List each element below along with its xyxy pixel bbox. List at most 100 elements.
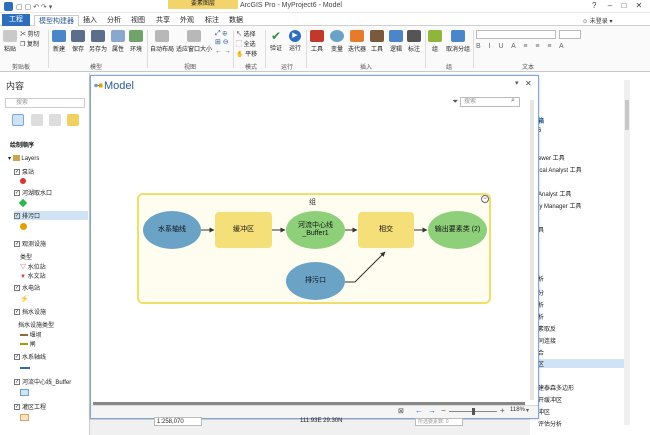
layer-item[interactable]: ✓ 泵站 xyxy=(14,167,34,176)
right-pane-item[interactable]: ly Manager 工具 xyxy=(538,201,581,210)
node-output-buffer[interactable]: 河流中心线_Buffer1 xyxy=(286,211,345,249)
group-button[interactable]: 组 xyxy=(428,30,442,53)
visibility-checkbox[interactable]: ✓ xyxy=(14,309,20,316)
tab-share[interactable]: 共享 xyxy=(152,15,174,26)
zoom-dropdown-icon[interactable]: ▾ xyxy=(526,407,529,414)
layer-item[interactable]: ✓ 水系轴线 xyxy=(14,352,46,361)
layer-item[interactable]: ✓ 观测设施 xyxy=(14,239,46,248)
collapse-group-icon[interactable]: − xyxy=(481,195,489,203)
zoom-slider-thumb[interactable] xyxy=(472,408,475,415)
copy-button[interactable]: ❐ 复制 xyxy=(20,39,46,48)
text-format-tools[interactable]: B I U A ≡ ≡ ≡ A xyxy=(476,43,567,50)
forward-arrow-icon[interactable]: → xyxy=(428,406,436,415)
select-all-button[interactable]: ⬚ 全选 xyxy=(236,39,256,48)
layer-item[interactable]: ✓ 水电站 xyxy=(14,283,40,292)
close-model-icon[interactable]: ✕ xyxy=(525,79,532,88)
visibility-checkbox[interactable]: ✓ xyxy=(14,169,20,176)
right-pane-item[interactable]: 冲区 xyxy=(538,407,550,416)
contents-search-input[interactable]: 搜索 xyxy=(5,98,85,108)
insert-tools-button[interactable]: 工具 xyxy=(309,30,325,53)
save-as-button[interactable]: 另存为 xyxy=(88,30,108,53)
layer-item-selected[interactable]: ✓ 排污口 xyxy=(14,211,88,220)
select-button[interactable]: ↖ 选择 xyxy=(236,29,256,38)
fit-to-window-button[interactable]: 适应窗口大小 xyxy=(176,30,212,53)
zoom-out-icon[interactable]: − xyxy=(441,406,446,415)
layer-item[interactable]: ✓ 河湖取水口 xyxy=(14,188,52,197)
right-pane-scrollbar[interactable] xyxy=(624,80,630,425)
right-pane-item[interactable]: 评估分析 xyxy=(538,419,562,428)
filter-icon[interactable]: ⏷ xyxy=(452,97,458,107)
right-pane-item[interactable]: ical Analyst 工具 xyxy=(538,165,582,174)
font-family-select[interactable] xyxy=(476,30,556,39)
pin-icon[interactable]: ▾ xyxy=(515,79,519,87)
scrollbar-thumb[interactable] xyxy=(625,100,629,130)
zoom-in-icon[interactable]: + xyxy=(500,406,505,415)
editing-icon[interactable] xyxy=(67,114,79,126)
tab-project[interactable]: 工程 xyxy=(2,14,30,26)
run-button[interactable]: ▶ 运行 xyxy=(287,30,303,52)
tab-insert[interactable]: 插入 xyxy=(79,15,101,26)
right-pane-item[interactable]: ewer 工具 xyxy=(538,153,565,162)
visibility-checkbox[interactable]: ✓ xyxy=(14,404,20,411)
visibility-checkbox[interactable]: ✓ xyxy=(14,354,20,361)
tab-data[interactable]: 数据 xyxy=(225,15,247,26)
minimize-button[interactable]: – xyxy=(603,1,617,11)
help-icon[interactable]: ? xyxy=(592,1,596,10)
font-size-select[interactable] xyxy=(559,30,581,39)
insert-variable-button[interactable]: 变量 xyxy=(329,30,345,53)
right-pane-item-selected[interactable]: 区 xyxy=(530,359,624,368)
tab-modelbuilder[interactable]: 模型构建器 xyxy=(34,15,79,26)
right-pane-item[interactable]: 建泰森多边形 xyxy=(538,383,574,392)
layer-group-layers[interactable]: ▾ Layers xyxy=(8,155,39,162)
visibility-checkbox[interactable]: ✓ xyxy=(14,241,20,248)
ungroup-button[interactable]: 取消分组 xyxy=(445,30,471,53)
utilities-button[interactable]: 工具 xyxy=(369,30,385,53)
close-button[interactable]: ✕ xyxy=(632,1,646,11)
tab-view[interactable]: 视图 xyxy=(127,15,149,26)
map-scale-select[interactable]: 1:258,070 xyxy=(154,417,202,426)
save-model-button[interactable]: 保存 xyxy=(70,30,86,53)
auto-layout-button[interactable]: 自动布局 xyxy=(150,30,174,53)
zoom-tools[interactable]: ⤢ ⊕ ⊞ ⊖ ← → xyxy=(215,29,231,56)
layer-item[interactable]: ✓ 挡水设施 xyxy=(14,307,46,316)
tab-appearance[interactable]: 外观 xyxy=(176,15,198,26)
node-tool-intersect[interactable]: 相交 xyxy=(358,212,414,248)
tab-analysis[interactable]: 分析 xyxy=(103,15,125,26)
pan-button[interactable]: ✋ 平移 xyxy=(236,49,257,58)
maximize-button[interactable]: □ xyxy=(617,1,631,11)
data-source-icon[interactable] xyxy=(31,114,43,126)
visibility-checkbox[interactable]: ✓ xyxy=(14,285,20,292)
draw-order-icon[interactable] xyxy=(12,114,24,126)
layer-item[interactable]: ✓ 河流中心线_Buffer xyxy=(14,377,71,386)
node-input-river-axis[interactable]: 水系轴线 xyxy=(143,211,201,249)
tab-labeling[interactable]: 标注 xyxy=(201,15,223,26)
validate-button[interactable]: ✔ 验证 xyxy=(268,30,284,53)
selection-icon[interactable] xyxy=(49,114,61,126)
node-tool-buffer[interactable]: 缓冲区 xyxy=(215,212,272,248)
environments-button[interactable]: 环境 xyxy=(128,30,144,53)
user-status[interactable]: ☺ 未登录 ▾ xyxy=(582,16,613,25)
paste-button[interactable]: 粘贴 xyxy=(3,30,17,53)
cut-button[interactable]: ✂ 剪切 xyxy=(20,29,46,38)
right-pane-item[interactable]: 开缓冲区 xyxy=(538,395,562,404)
logic-button[interactable]: 逻辑 xyxy=(388,30,404,53)
new-model-button[interactable]: 新建 xyxy=(51,30,67,53)
visibility-checkbox[interactable]: ✓ xyxy=(14,379,20,386)
app-icon[interactable] xyxy=(4,2,13,11)
group-icon xyxy=(428,30,442,42)
layer-item[interactable]: ✓ 灌区工程 xyxy=(14,402,46,411)
visibility-checkbox[interactable]: ✓ xyxy=(14,190,20,197)
iterator-button[interactable]: 迭代器 xyxy=(347,30,367,53)
vertical-scrollbar[interactable] xyxy=(530,100,534,400)
visibility-checkbox[interactable]: ✓ xyxy=(14,213,20,220)
right-pane-item[interactable]: 素取反 xyxy=(538,324,556,333)
properties-button[interactable]: 属性 xyxy=(110,30,126,53)
back-arrow-icon[interactable]: ← xyxy=(415,406,423,415)
right-pane-item[interactable]: 同连接 xyxy=(538,336,556,345)
label-button[interactable]: 标注 xyxy=(406,30,422,53)
overview-icon[interactable]: ⊠ xyxy=(398,407,404,415)
node-output-feature-class[interactable]: 输出要素类 (2) xyxy=(428,211,487,249)
node-input-outfall[interactable]: 排污口 xyxy=(286,262,345,300)
quick-access-toolbar[interactable]: ▢ ▢ ↶ ↷ ▾ xyxy=(16,3,52,11)
right-pane-item[interactable]: Analyst 工具 xyxy=(538,189,571,198)
